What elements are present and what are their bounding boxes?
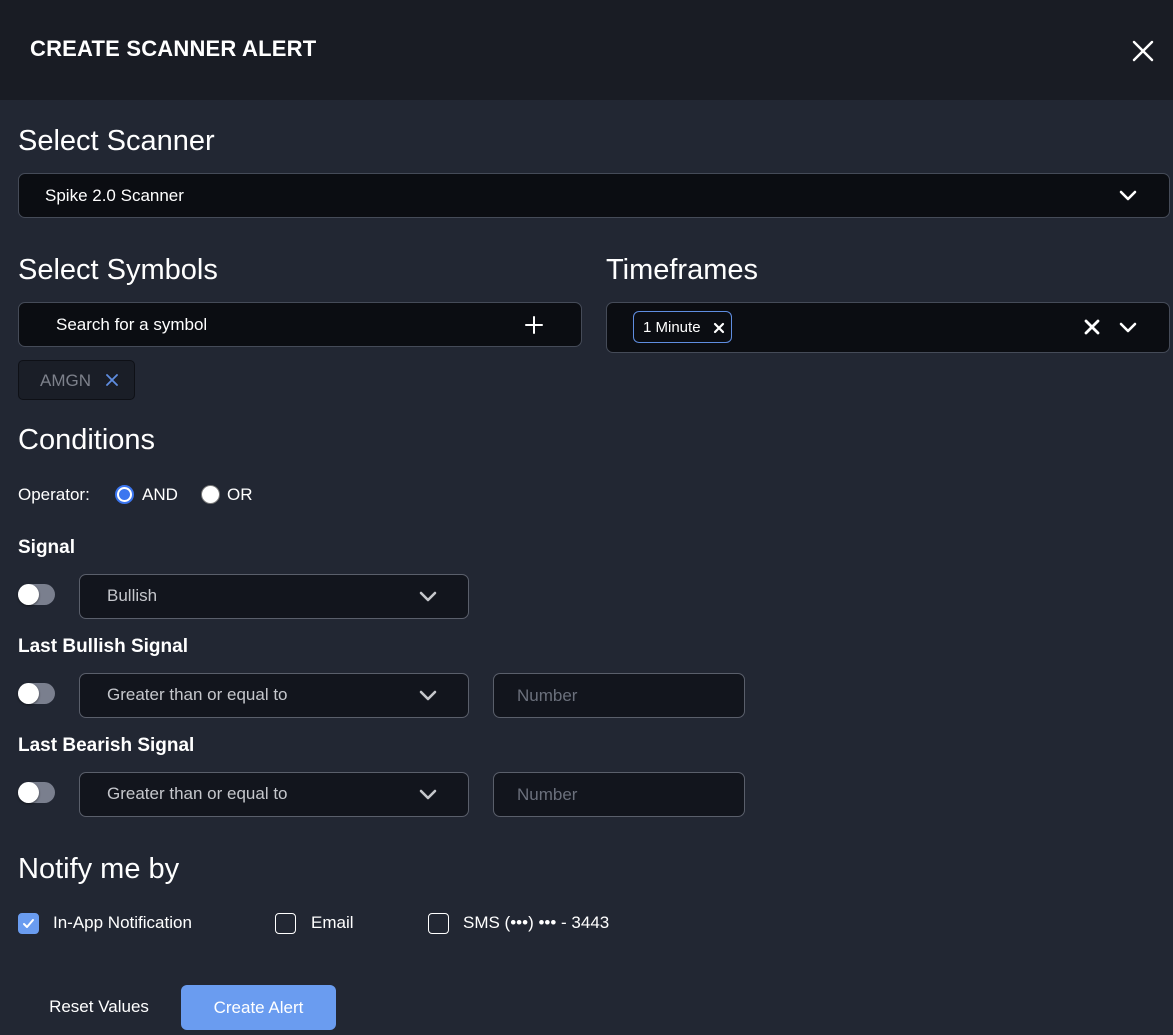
operator-and-radio[interactable] xyxy=(115,485,134,504)
last-bearish-toggle[interactable] xyxy=(18,782,55,803)
last-bearish-number-field[interactable] xyxy=(493,772,745,817)
remove-timeframe-icon[interactable] xyxy=(713,322,725,334)
symbol-chip: AMGN xyxy=(18,360,135,400)
last-bullish-number-field[interactable] xyxy=(493,673,745,718)
last-bullish-toggle[interactable] xyxy=(18,683,55,704)
symbol-search-field[interactable] xyxy=(18,302,582,347)
last-bullish-comparator-value: Greater than or equal to xyxy=(107,685,288,704)
select-symbols-heading: Select Symbols xyxy=(18,254,218,286)
email-label[interactable]: Email xyxy=(311,913,354,933)
timeframes-heading: Timeframes xyxy=(606,254,758,286)
notify-heading: Notify me by xyxy=(18,853,180,885)
last-bullish-signal-label: Last Bullish Signal xyxy=(18,636,188,657)
clear-timeframes-icon[interactable] xyxy=(1084,319,1100,335)
signal-select-value: Bullish xyxy=(107,586,158,605)
scanner-select[interactable]: Spike 2.0 Scanner xyxy=(18,173,1170,218)
operator-or-radio[interactable] xyxy=(201,485,220,504)
reset-values-button[interactable]: Reset Values xyxy=(30,985,168,1029)
last-bullish-number-input[interactable] xyxy=(494,674,744,717)
conditions-heading: Conditions xyxy=(18,424,156,456)
create-alert-button[interactable]: Create Alert xyxy=(181,985,336,1030)
last-bullish-comparator-select[interactable]: Greater than or equal to xyxy=(79,673,469,718)
sms-checkbox[interactable] xyxy=(428,913,449,934)
checkmark-icon xyxy=(23,919,34,928)
last-bearish-signal-label: Last Bearish Signal xyxy=(18,735,195,756)
chevron-down-icon xyxy=(419,789,437,800)
symbol-search-input[interactable] xyxy=(19,303,499,346)
sms-label[interactable]: SMS (•••) ••• - 3443 xyxy=(463,913,609,933)
plus-icon[interactable] xyxy=(524,315,544,335)
chevron-down-icon xyxy=(419,591,437,602)
scanner-select-value: Spike 2.0 Scanner xyxy=(45,186,184,205)
in-app-notification-label[interactable]: In-App Notification xyxy=(53,913,192,933)
timeframe-chip: 1 Minute xyxy=(633,311,732,343)
chevron-down-icon xyxy=(1119,190,1137,201)
last-bearish-number-input[interactable] xyxy=(494,773,744,816)
operator-label: Operator: xyxy=(18,485,90,504)
signal-toggle[interactable] xyxy=(18,584,55,605)
select-scanner-heading: Select Scanner xyxy=(18,125,215,157)
signal-label: Signal xyxy=(18,537,76,558)
remove-symbol-icon[interactable] xyxy=(105,373,119,387)
symbol-chip-label: AMGN xyxy=(40,371,91,390)
last-bearish-comparator-value: Greater than or equal to xyxy=(107,784,288,803)
chevron-down-icon xyxy=(419,690,437,701)
operator-or-label[interactable]: OR xyxy=(227,485,253,505)
close-icon[interactable] xyxy=(1130,38,1156,64)
modal-title: CREATE SCANNER ALERT xyxy=(30,36,317,61)
signal-select[interactable]: Bullish xyxy=(79,574,469,619)
operator-and-label[interactable]: AND xyxy=(142,485,178,505)
email-checkbox[interactable] xyxy=(275,913,296,934)
in-app-notification-checkbox[interactable] xyxy=(18,913,39,934)
timeframe-chip-label: 1 Minute xyxy=(643,319,701,336)
last-bearish-comparator-select[interactable]: Greater than or equal to xyxy=(79,772,469,817)
chevron-down-icon[interactable] xyxy=(1119,322,1137,334)
modal-header: CREATE SCANNER ALERT xyxy=(0,0,1173,100)
